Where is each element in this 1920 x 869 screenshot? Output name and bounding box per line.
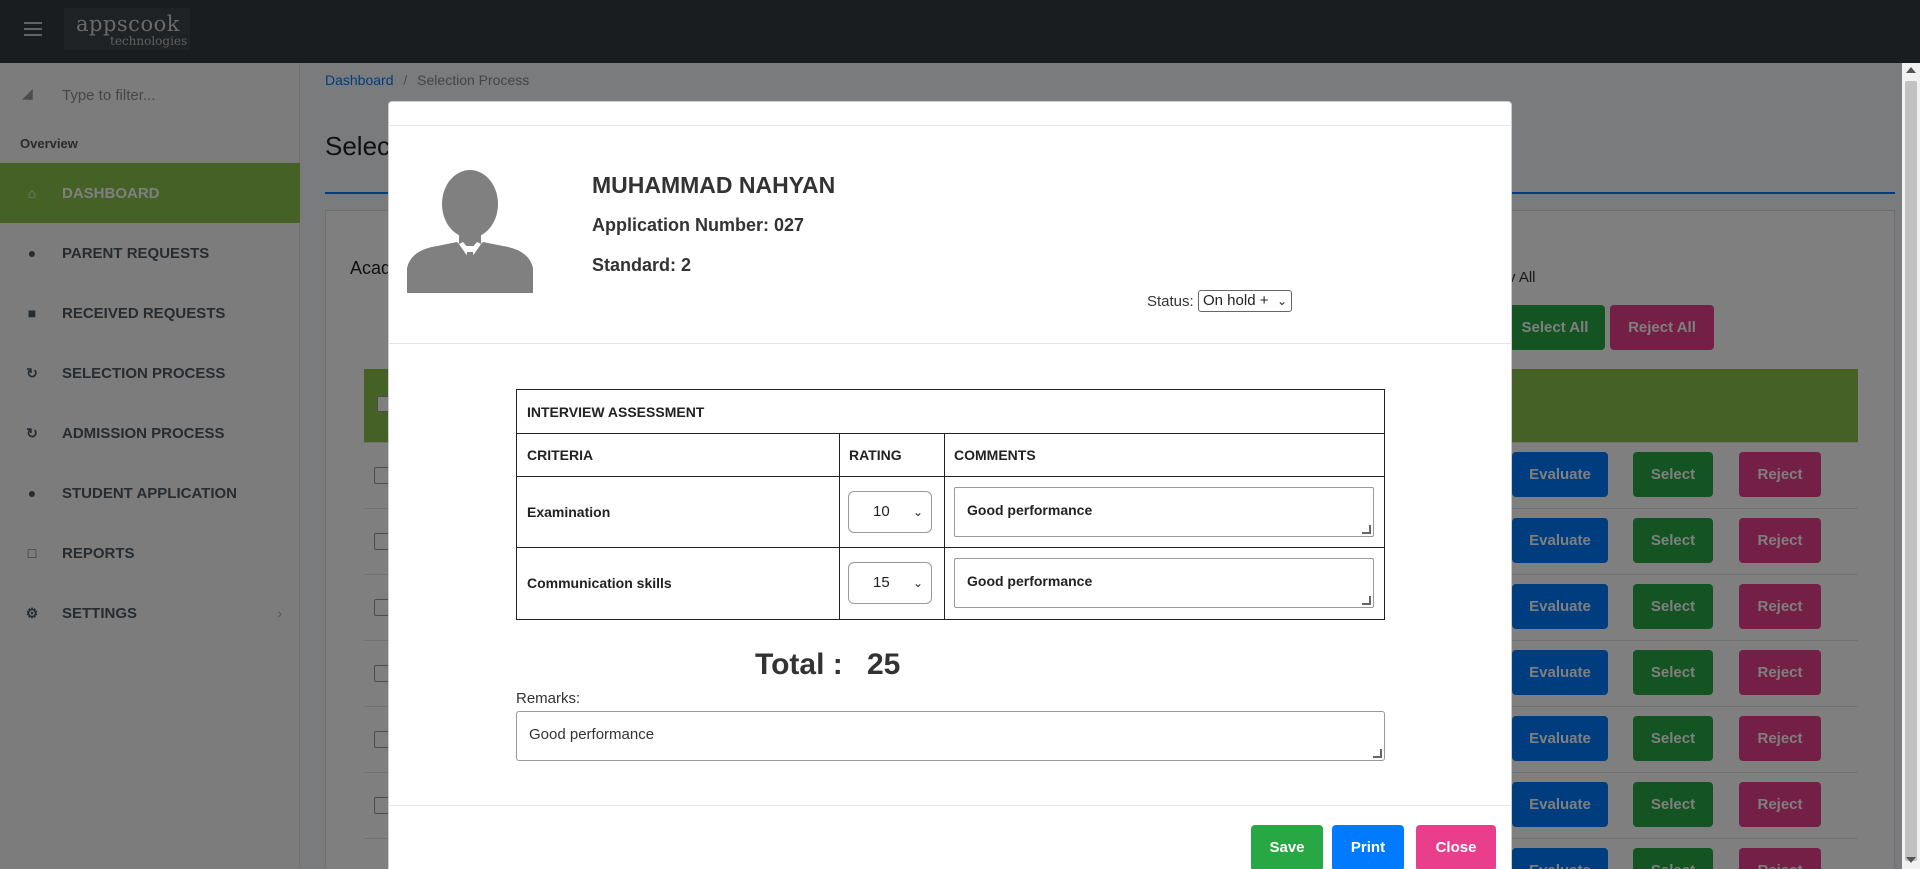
status-select-value: On hold + (1203, 292, 1269, 309)
application-number: Application Number: 027 (592, 215, 805, 235)
remarks-textarea[interactable]: Good performance (516, 711, 1385, 761)
criteria-communication-skills: Communication skills (527, 575, 672, 591)
comment-textarea-communication[interactable]: Good performance (954, 558, 1374, 608)
total-label: Total : (755, 648, 843, 681)
modal-footer-divider (389, 805, 1511, 806)
resize-handle-icon[interactable] (1362, 525, 1371, 534)
resize-handle-icon[interactable] (1373, 749, 1382, 758)
column-header-rating: RATING (849, 447, 902, 463)
chevron-down-icon: ⌄ (912, 505, 923, 519)
evaluation-modal: MUHAMMAD NAHYAN Application Number: 027 … (388, 101, 1512, 869)
print-button[interactable]: Print (1332, 825, 1404, 869)
interview-assessment-table: INTERVIEW ASSESSMENT CRITERIA RATING COM… (516, 389, 1385, 620)
table-column-divider (944, 433, 945, 619)
comment-text: Good performance (967, 573, 1093, 589)
resize-handle-icon[interactable] (1362, 596, 1371, 605)
save-button[interactable]: Save (1251, 825, 1323, 869)
remarks-text: Good performance (529, 726, 655, 743)
rating-value: 15 (873, 574, 890, 591)
modal-header-divider (389, 125, 1511, 126)
table-row-divider (517, 433, 1384, 434)
scrollbar-thumb[interactable] (1905, 81, 1917, 861)
student-name: MUHAMMAD NAHYAN (592, 172, 836, 198)
criteria-examination: Examination (527, 504, 611, 520)
student-standard: Standard: 2 (592, 255, 692, 275)
avatar-silhouette-icon (407, 168, 533, 293)
scroll-down-arrow-icon[interactable] (1906, 857, 1916, 863)
table-column-divider (839, 433, 840, 619)
column-header-criteria: CRITERIA (527, 447, 594, 463)
chevron-down-icon: ⌄ (912, 576, 923, 590)
table-row-divider (517, 547, 1384, 548)
close-button[interactable]: Close (1416, 825, 1496, 869)
chevron-down-icon: ⌄ (1276, 294, 1287, 308)
assessment-title: INTERVIEW ASSESSMENT (527, 404, 705, 420)
rating-value: 10 (873, 503, 890, 520)
comment-textarea-examination[interactable]: Good performance (954, 487, 1374, 537)
scroll-up-arrow-icon[interactable] (1906, 67, 1916, 73)
status-label: Status: (1147, 293, 1194, 310)
total-value: 25 (867, 648, 901, 681)
remarks-label: Remarks: (516, 690, 581, 707)
table-row-divider (517, 476, 1384, 477)
rating-select-examination[interactable]: 10 ⌄ (848, 491, 932, 533)
status-select[interactable]: On hold + ⌄ (1198, 290, 1292, 312)
column-header-comments: COMMENTS (954, 447, 1036, 463)
comment-text: Good performance (967, 502, 1093, 518)
modal-section-divider (389, 343, 1511, 344)
rating-select-communication[interactable]: 15 ⌄ (848, 562, 932, 604)
page-scrollbar[interactable] (1902, 63, 1920, 869)
